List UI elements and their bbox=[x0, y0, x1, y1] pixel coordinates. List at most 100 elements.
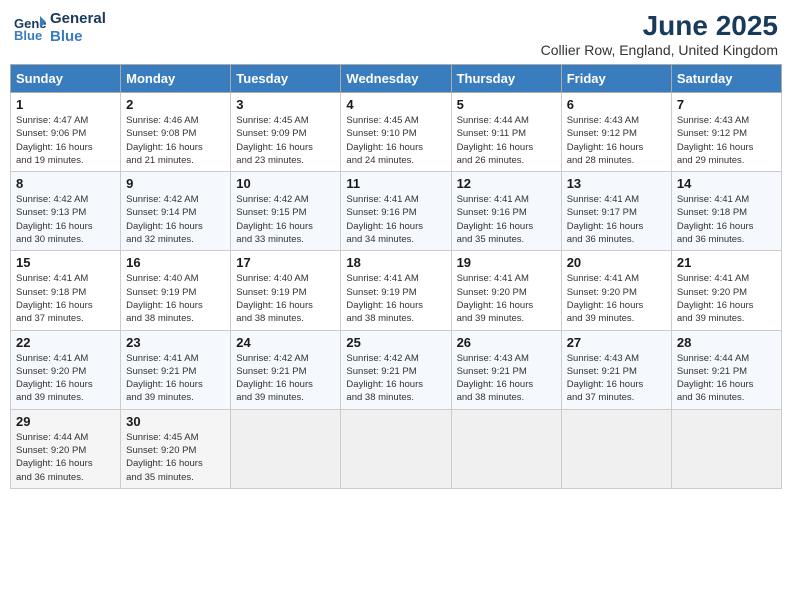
header-monday: Monday bbox=[121, 65, 231, 93]
day-number: 23 bbox=[126, 335, 225, 350]
day-number: 17 bbox=[236, 255, 335, 270]
header-saturday: Saturday bbox=[671, 65, 781, 93]
day-info: Sunrise: 4:42 AM Sunset: 9:13 PM Dayligh… bbox=[16, 193, 115, 246]
table-row bbox=[451, 409, 561, 488]
day-number: 6 bbox=[567, 97, 666, 112]
day-info: Sunrise: 4:44 AM Sunset: 9:20 PM Dayligh… bbox=[16, 431, 115, 484]
day-number: 3 bbox=[236, 97, 335, 112]
day-number: 22 bbox=[16, 335, 115, 350]
day-number: 5 bbox=[457, 97, 556, 112]
day-info: Sunrise: 4:41 AM Sunset: 9:20 PM Dayligh… bbox=[677, 272, 776, 325]
day-info: Sunrise: 4:41 AM Sunset: 9:19 PM Dayligh… bbox=[346, 272, 445, 325]
day-number: 7 bbox=[677, 97, 776, 112]
table-row bbox=[341, 409, 451, 488]
table-row: 19Sunrise: 4:41 AM Sunset: 9:20 PM Dayli… bbox=[451, 251, 561, 330]
day-info: Sunrise: 4:42 AM Sunset: 9:21 PM Dayligh… bbox=[236, 352, 335, 405]
header-thursday: Thursday bbox=[451, 65, 561, 93]
table-row bbox=[561, 409, 671, 488]
day-info: Sunrise: 4:41 AM Sunset: 9:16 PM Dayligh… bbox=[346, 193, 445, 246]
header: General Blue General Blue June 2025 Coll… bbox=[10, 10, 782, 58]
day-number: 24 bbox=[236, 335, 335, 350]
month-year: June 2025 bbox=[541, 10, 778, 42]
table-row: 30Sunrise: 4:45 AM Sunset: 9:20 PM Dayli… bbox=[121, 409, 231, 488]
table-row: 4 Sunrise: 4:45 AM Sunset: 9:10 PM Daylig… bbox=[341, 93, 451, 172]
table-row: 21 Sunrise: 4:41 AM Sunset: 9:20 PM Dayli… bbox=[671, 251, 781, 330]
header-friday: Friday bbox=[561, 65, 671, 93]
table-row: 29 Sunrise: 4:44 AM Sunset: 9:20 PM Dayli… bbox=[11, 409, 121, 488]
day-info: Sunrise: 4:41 AM Sunset: 9:18 PM Dayligh… bbox=[16, 272, 115, 325]
calendar-row-2: 8 Sunrise: 4:42 AM Sunset: 9:13 PM Daylig… bbox=[11, 172, 782, 251]
day-info: Sunrise: 4:41 AM Sunset: 9:20 PM Dayligh… bbox=[16, 352, 115, 405]
location: Collier Row, England, United Kingdom bbox=[541, 42, 778, 58]
day-number: 15 bbox=[16, 255, 115, 270]
day-info: Sunrise: 4:40 AM Sunset: 9:19 PM Dayligh… bbox=[126, 272, 225, 325]
calendar-row-1: 1Sunrise: 4:47 AM Sunset: 9:06 PM Daylig… bbox=[11, 93, 782, 172]
table-row: 13Sunrise: 4:41 AM Sunset: 9:17 PM Dayli… bbox=[561, 172, 671, 251]
day-number: 26 bbox=[457, 335, 556, 350]
day-number: 2 bbox=[126, 97, 225, 112]
day-info: Sunrise: 4:45 AM Sunset: 9:09 PM Dayligh… bbox=[236, 114, 335, 167]
table-row: 28 Sunrise: 4:44 AM Sunset: 9:21 PM Dayli… bbox=[671, 330, 781, 409]
table-row: 25 Sunrise: 4:42 AM Sunset: 9:21 PM Dayli… bbox=[341, 330, 451, 409]
day-info: Sunrise: 4:41 AM Sunset: 9:20 PM Dayligh… bbox=[457, 272, 556, 325]
logo: General Blue General Blue bbox=[14, 10, 106, 46]
day-info: Sunrise: 4:42 AM Sunset: 9:15 PM Dayligh… bbox=[236, 193, 335, 246]
table-row: 23 Sunrise: 4:41 AM Sunset: 9:21 PM Dayli… bbox=[121, 330, 231, 409]
table-row: 27Sunrise: 4:43 AM Sunset: 9:21 PM Dayli… bbox=[561, 330, 671, 409]
day-info: Sunrise: 4:41 AM Sunset: 9:20 PM Dayligh… bbox=[567, 272, 666, 325]
day-info: Sunrise: 4:44 AM Sunset: 9:21 PM Dayligh… bbox=[677, 352, 776, 405]
day-number: 1 bbox=[16, 97, 115, 112]
day-info: Sunrise: 4:43 AM Sunset: 9:21 PM Dayligh… bbox=[457, 352, 556, 405]
day-number: 4 bbox=[346, 97, 445, 112]
table-row: 15 Sunrise: 4:41 AM Sunset: 9:18 PM Dayli… bbox=[11, 251, 121, 330]
day-number: 9 bbox=[126, 176, 225, 191]
day-number: 16 bbox=[126, 255, 225, 270]
table-row: 12Sunrise: 4:41 AM Sunset: 9:16 PM Dayli… bbox=[451, 172, 561, 251]
day-info: Sunrise: 4:40 AM Sunset: 9:19 PM Dayligh… bbox=[236, 272, 335, 325]
header-sunday: Sunday bbox=[11, 65, 121, 93]
day-number: 11 bbox=[346, 176, 445, 191]
day-number: 18 bbox=[346, 255, 445, 270]
day-info: Sunrise: 4:42 AM Sunset: 9:14 PM Dayligh… bbox=[126, 193, 225, 246]
svg-text:Blue: Blue bbox=[14, 28, 42, 42]
calendar-row-5: 29 Sunrise: 4:44 AM Sunset: 9:20 PM Dayli… bbox=[11, 409, 782, 488]
table-row: 10 Sunrise: 4:42 AM Sunset: 9:15 PM Dayli… bbox=[231, 172, 341, 251]
table-row bbox=[671, 409, 781, 488]
day-info: Sunrise: 4:41 AM Sunset: 9:21 PM Dayligh… bbox=[126, 352, 225, 405]
table-row: 2 Sunrise: 4:46 AM Sunset: 9:08 PM Daylig… bbox=[121, 93, 231, 172]
table-row: 9 Sunrise: 4:42 AM Sunset: 9:14 PM Daylig… bbox=[121, 172, 231, 251]
logo-line1: General bbox=[50, 10, 106, 28]
day-number: 25 bbox=[346, 335, 445, 350]
day-info: Sunrise: 4:41 AM Sunset: 9:17 PM Dayligh… bbox=[567, 193, 666, 246]
day-number: 29 bbox=[16, 414, 115, 429]
title-area: June 2025 Collier Row, England, United K… bbox=[541, 10, 778, 58]
day-number: 28 bbox=[677, 335, 776, 350]
table-row: 8 Sunrise: 4:42 AM Sunset: 9:13 PM Daylig… bbox=[11, 172, 121, 251]
table-row: 17 Sunrise: 4:40 AM Sunset: 9:19 PM Dayli… bbox=[231, 251, 341, 330]
day-number: 12 bbox=[457, 176, 556, 191]
table-row: 20Sunrise: 4:41 AM Sunset: 9:20 PM Dayli… bbox=[561, 251, 671, 330]
table-row: 3 Sunrise: 4:45 AM Sunset: 9:09 PM Daylig… bbox=[231, 93, 341, 172]
table-row: 24 Sunrise: 4:42 AM Sunset: 9:21 PM Dayli… bbox=[231, 330, 341, 409]
logo-icon: General Blue bbox=[14, 14, 46, 42]
logo-line2: Blue bbox=[50, 28, 106, 46]
table-row: 14Sunrise: 4:41 AM Sunset: 9:18 PM Dayli… bbox=[671, 172, 781, 251]
weekday-header-row: Sunday Monday Tuesday Wednesday Thursday… bbox=[11, 65, 782, 93]
day-info: Sunrise: 4:43 AM Sunset: 9:12 PM Dayligh… bbox=[677, 114, 776, 167]
table-row: 1Sunrise: 4:47 AM Sunset: 9:06 PM Daylig… bbox=[11, 93, 121, 172]
day-info: Sunrise: 4:42 AM Sunset: 9:21 PM Dayligh… bbox=[346, 352, 445, 405]
day-number: 14 bbox=[677, 176, 776, 191]
table-row: 6 Sunrise: 4:43 AM Sunset: 9:12 PM Daylig… bbox=[561, 93, 671, 172]
day-info: Sunrise: 4:45 AM Sunset: 9:10 PM Dayligh… bbox=[346, 114, 445, 167]
day-number: 21 bbox=[677, 255, 776, 270]
day-number: 10 bbox=[236, 176, 335, 191]
day-info: Sunrise: 4:44 AM Sunset: 9:11 PM Dayligh… bbox=[457, 114, 556, 167]
day-info: Sunrise: 4:46 AM Sunset: 9:08 PM Dayligh… bbox=[126, 114, 225, 167]
day-info: Sunrise: 4:43 AM Sunset: 9:21 PM Dayligh… bbox=[567, 352, 666, 405]
table-row: 16 Sunrise: 4:40 AM Sunset: 9:19 PM Dayli… bbox=[121, 251, 231, 330]
day-info: Sunrise: 4:43 AM Sunset: 9:12 PM Dayligh… bbox=[567, 114, 666, 167]
day-number: 8 bbox=[16, 176, 115, 191]
calendar-row-3: 15 Sunrise: 4:41 AM Sunset: 9:18 PM Dayli… bbox=[11, 251, 782, 330]
calendar-row-4: 22 Sunrise: 4:41 AM Sunset: 9:20 PM Dayli… bbox=[11, 330, 782, 409]
day-info: Sunrise: 4:45 AM Sunset: 9:20 PM Dayligh… bbox=[126, 431, 225, 484]
